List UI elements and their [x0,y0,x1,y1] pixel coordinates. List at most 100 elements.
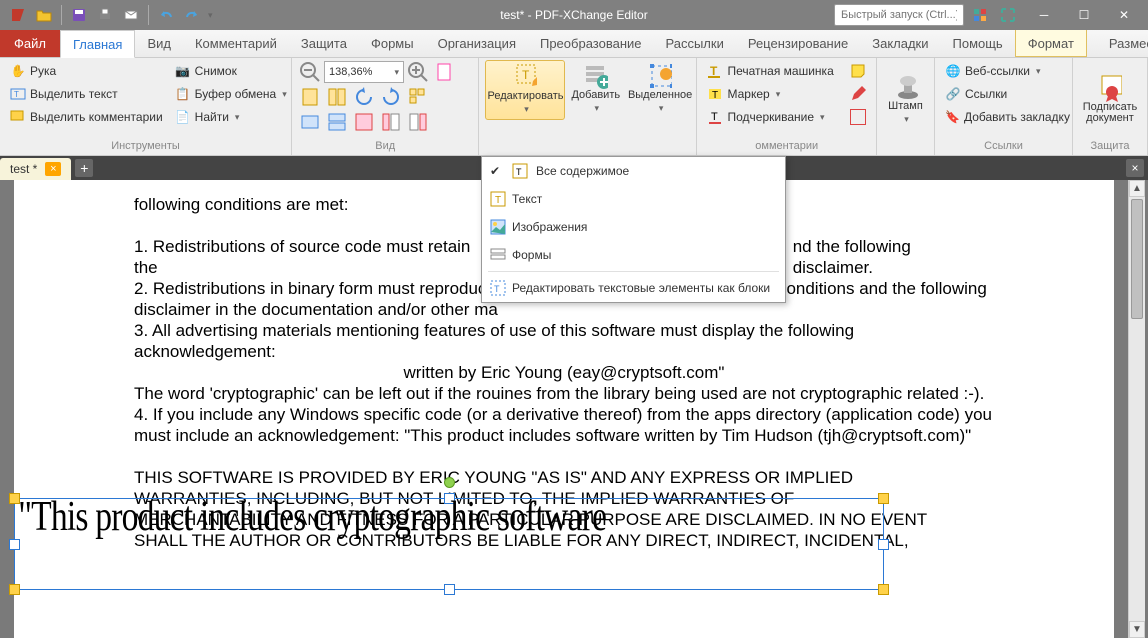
scroll-thumb[interactable] [1131,199,1143,319]
resize-handle-r[interactable] [878,539,889,550]
rotate-left-icon[interactable] [352,85,376,109]
tab-format[interactable]: Формат [1015,29,1087,57]
zoom-in-button[interactable] [406,60,430,84]
undo-icon[interactable] [154,3,178,27]
body-text: 2. Redistributions in binary form must r… [134,278,486,299]
document-tab[interactable]: test * × [0,158,71,180]
add-button[interactable]: Добавить ▾ [569,60,622,118]
weblinks-button[interactable]: 🌐Веб-ссылки▾ [941,60,1066,82]
group-label [485,139,690,153]
tab-convert[interactable]: Преобразование [528,29,654,57]
resize-handle-b[interactable] [444,584,455,595]
svg-text:T: T [522,68,530,82]
zoom-out-button[interactable] [298,60,322,84]
close-button[interactable]: ✕ [1104,0,1144,30]
view-mode-1-icon[interactable] [298,110,322,134]
comment-select-icon [10,109,26,125]
rotate-right-icon[interactable] [379,85,403,109]
maximize-button[interactable]: ☐ [1064,0,1104,30]
links-button[interactable]: 🔗Ссылки [941,83,1066,105]
new-tab-button[interactable]: + [75,159,93,177]
edit-icon: T [513,65,537,89]
view-mode-2-icon[interactable] [325,110,349,134]
fit-page-button[interactable] [432,60,456,84]
qat-customize-icon[interactable]: ▾ [208,10,213,21]
scroll-down-button[interactable]: ▼ [1129,621,1145,638]
tab-arrange[interactable]: Разместить [1097,29,1148,57]
svg-text:T: T [495,195,501,206]
add-bookmark-button[interactable]: 🔖Добавить закладку [941,106,1066,128]
selection-icon [648,64,672,88]
view-mode-4-icon[interactable] [379,110,403,134]
edit-content-button[interactable]: T Редактировать ▾ [485,60,565,120]
ui-options-icon[interactable] [968,3,992,27]
menu-edit-as-blocks[interactable]: TРедактировать текстовые элементы как бл… [482,274,785,302]
resize-handle-bl[interactable] [9,584,20,595]
label: Выделить текст [30,87,118,101]
selected-text-box[interactable]: "This product includes cryptographic sof… [14,498,884,590]
redo-icon[interactable] [180,3,204,27]
menu-images[interactable]: Изображения [482,213,785,241]
tab-share[interactable]: Рассылки [653,29,735,57]
resize-handle-tr[interactable] [878,493,889,504]
label: Штамп [888,101,923,112]
rotation-handle[interactable] [444,477,455,488]
close-all-button[interactable]: × [1126,159,1144,177]
quick-launch-input[interactable] [834,4,964,26]
resize-handle-br[interactable] [878,584,889,595]
tab-view[interactable]: Вид [135,29,183,57]
menu-all-content[interactable]: ✔TВсе содержимое [482,157,785,185]
scroll-up-button[interactable]: ▲ [1129,180,1145,197]
sticky-note-icon[interactable] [850,63,866,79]
check-icon: ✔ [490,164,500,178]
fullscreen-icon[interactable] [996,3,1020,27]
hand-tool-button[interactable]: ✋Рука [6,60,167,82]
marker-button[interactable]: TМаркер▾ [703,83,870,105]
doc-tab-close-icon[interactable]: × [45,162,61,176]
tab-organize[interactable]: Организация [426,29,528,57]
group-label: Защита [1079,139,1141,153]
view-mode-5-icon[interactable] [406,110,430,134]
link-icon: 🔗 [945,86,961,102]
email-icon[interactable] [119,3,143,27]
page-layout-1-icon[interactable] [298,85,322,109]
tab-help[interactable]: Помощь [941,29,1015,57]
print-icon[interactable] [93,3,117,27]
tab-protect[interactable]: Защита [289,29,359,57]
find-button[interactable]: 📄Найти▾ [171,106,291,128]
selected-button[interactable]: Выделенное ▾ [626,60,694,118]
menu-text[interactable]: TТекст [482,185,785,213]
select-text-button[interactable]: TВыделить текст [6,83,167,105]
resize-handle-l[interactable] [9,539,20,550]
tab-comment[interactable]: Комментарий [183,29,289,57]
snapshot-button[interactable]: 📷Снимок [171,60,291,82]
zoom-input[interactable]: 138,36%▾ [324,61,404,83]
minimize-button[interactable]: ─ [1024,0,1064,30]
edit-dropdown-menu: ✔TВсе содержимое TТекст Изображения Форм… [481,156,786,303]
tab-bookmarks[interactable]: Закладки [860,29,940,57]
globe-icon: 🌐 [945,63,961,79]
svg-text:T: T [710,64,718,78]
tab-home[interactable]: Главная [60,30,135,58]
rect-icon[interactable] [850,109,866,125]
vertical-scrollbar[interactable]: ▲ ▼ [1128,180,1145,638]
pencil-icon[interactable] [850,86,866,102]
body-text: nd the following disclaimer. [793,236,994,278]
sign-document-button[interactable]: Подписать документ [1079,60,1141,139]
thumbnails-icon[interactable] [406,85,430,109]
file-tab[interactable]: Файл [0,29,60,57]
open-icon[interactable] [32,3,56,27]
stamp-button[interactable]: Штамп ▾ [883,60,928,139]
app-icon[interactable] [6,3,30,27]
tab-forms[interactable]: Формы [359,29,426,57]
typewriter-button[interactable]: TПечатная машинка [703,60,870,82]
menu-forms[interactable]: Формы [482,241,785,269]
quick-access-toolbar: ▾ [0,3,213,27]
select-comments-button[interactable]: Выделить комментарии [6,106,167,128]
clipboard-button[interactable]: 📋Буфер обмена▾ [171,83,291,105]
tab-review[interactable]: Рецензирование [736,29,860,57]
view-mode-3-icon[interactable] [352,110,376,134]
underline-button[interactable]: TПодчеркивание▾ [703,106,870,128]
save-icon[interactable] [67,3,91,27]
page-layout-2-icon[interactable] [325,85,349,109]
